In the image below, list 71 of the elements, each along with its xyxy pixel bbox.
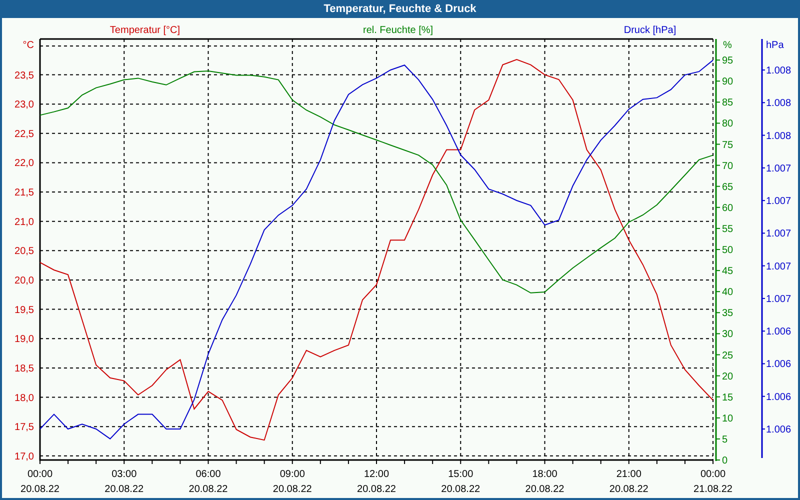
chart-title: Temperatur [°C] — [110, 25, 180, 36]
axis-label: 20.08.22 — [441, 484, 480, 495]
axis-label: 40 — [722, 287, 734, 298]
axis-label: 95 — [722, 56, 734, 67]
axis-label: 1.008 — [766, 66, 792, 76]
axis-label: 1.007 — [766, 228, 792, 240]
axis-label: 20.08.22 — [20, 484, 60, 495]
axis-label: 1.007 — [766, 294, 792, 305]
axis-label: 55 — [722, 224, 734, 235]
axis-label: 20.08.22 — [525, 484, 564, 495]
axis-label: 00:00 — [700, 469, 726, 480]
window-title: Temperatur, Feuchte & Druck — [322, 2, 478, 17]
axis-label: 23,5 — [14, 70, 34, 82]
axis-label: 20,5 — [14, 246, 34, 258]
axis-label: 25 — [722, 350, 734, 362]
axis-label: 20.08.22 — [104, 484, 144, 495]
axis-label: 21:00 — [616, 469, 642, 480]
axis-label: 1.007 — [766, 261, 792, 272]
axis-label: 1.007 — [766, 163, 792, 174]
axis-label: 22,0 — [14, 158, 34, 170]
axis-label: 45 — [722, 266, 734, 278]
axis-label: 15:00 — [448, 469, 474, 480]
axis-label: 1.006 — [766, 326, 792, 338]
axis-label: 23,0 — [14, 100, 34, 111]
axis-label: 19,0 — [14, 334, 34, 346]
axis-label: 20.08.22 — [609, 484, 648, 495]
axis-label: 17,0 — [14, 451, 34, 462]
axis-label: 15 — [722, 392, 734, 404]
axis-label: 18:00 — [532, 469, 558, 480]
chart-title: rel. Feuchte [%] — [362, 25, 434, 36]
axis-label: 85 — [722, 98, 734, 109]
axis-label: 1.007 — [766, 196, 792, 208]
axis-label: 10 — [722, 413, 734, 424]
axis-unit: % — [723, 40, 732, 51]
axis-label: 03:00 — [112, 469, 137, 480]
axis-label: 35 — [722, 308, 734, 320]
axis-unit: °C — [22, 40, 34, 51]
axis-label: 12:00 — [364, 469, 390, 480]
axis-label: 18,0 — [14, 392, 34, 404]
axis-label: 75 — [722, 140, 734, 151]
axis-label: 20.08.22 — [272, 484, 312, 495]
axis-label: 20.08.22 — [188, 484, 228, 495]
axis-label: 21,0 — [14, 216, 34, 228]
axis-label: 20.08.22 — [357, 484, 396, 495]
axis-label: 18,5 — [14, 363, 34, 374]
axis-label: 21,5 — [14, 188, 34, 199]
axis-label: 1.008 — [766, 130, 792, 142]
axis-label: 09:00 — [280, 469, 305, 480]
axis-label: 65 — [722, 182, 734, 193]
axis-label: 17,5 — [14, 422, 34, 434]
axis-label: 19,5 — [14, 304, 34, 316]
chart-title: Druck [hPa] — [624, 25, 676, 36]
axis-label: 20,0 — [14, 276, 34, 286]
axis-label: 06:00 — [196, 469, 221, 480]
axis-label: 90 — [722, 76, 734, 88]
axis-label: 1.006 — [766, 392, 792, 403]
axis-label: 70 — [722, 160, 734, 172]
axis-label: 1.006 — [766, 424, 792, 436]
axis-label: 00:00 — [27, 469, 53, 480]
axis-unit: hPa — [766, 40, 784, 51]
axis-label: 20 — [722, 371, 734, 382]
axis-label: 1.008 — [766, 98, 792, 110]
axis-label: 1.006 — [766, 359, 792, 370]
axis-label: 50 — [722, 245, 734, 256]
axis-label: 80 — [722, 118, 734, 130]
axis-label: 5 — [722, 434, 728, 446]
axis-label: 22,5 — [14, 128, 34, 140]
axis-label: 0 — [722, 456, 728, 466]
axis-label: 21.08.22 — [694, 484, 732, 495]
axis-label: 30 — [722, 329, 734, 340]
axis-label: 60 — [722, 202, 734, 214]
